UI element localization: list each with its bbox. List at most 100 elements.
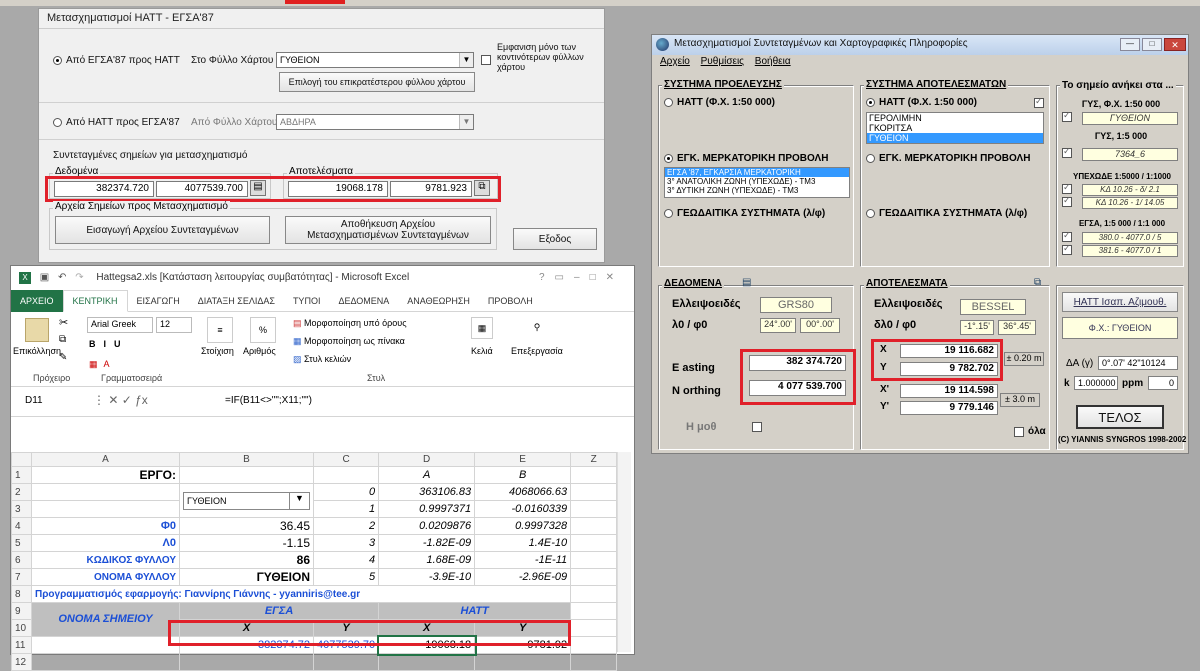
format-table-button[interactable]: ▦ Μορφοποίηση ως πίνακα [293,336,405,347]
tab-page-layout[interactable]: ΔΙΑΤΑΞΗ ΣΕΛΙΔΑΣ [189,296,284,306]
list-item[interactable]: 3° ΑΝΑΤΟΛΙΚΗ ΖΩΝΗ (ΥΠΕΧΩΔΕ) - ΤΜ3 [665,177,849,186]
cell[interactable] [570,585,618,603]
percent-icon[interactable]: % [250,317,276,343]
cell-styles-button[interactable]: ▨ Στυλ κελιών [293,354,351,365]
radio-egsa-to-hatt[interactable]: Από ΕΓΣΑ'87 προς ΗΑΤΤ [53,55,180,66]
col-header[interactable]: B [179,452,314,467]
cell[interactable]: Λ0 [31,534,180,552]
tab-formulas[interactable]: ΤΥΠΟΙ [284,296,330,306]
chevron-down-icon[interactable]: ▼ [289,492,309,509]
paste-icon[interactable] [25,318,49,342]
copy-icon[interactable]: ⧉ [59,334,66,345]
editing-button[interactable]: Επεξεργασία [511,346,563,356]
cell[interactable]: 0 [312,483,380,501]
cell[interactable] [570,653,618,671]
cell[interactable]: ΗΑΤΤ [378,602,572,620]
cell[interactable] [570,534,618,552]
chevron-down-icon[interactable]: ▼ [459,115,473,129]
fx-icon[interactable]: ⋮ ✕ ✓ ƒx [93,393,148,407]
cell[interactable] [31,483,180,501]
col-header[interactable]: Z [570,452,618,467]
formula-input[interactable]: =IF(B11<>"";X11;"") [225,395,312,406]
sheet-dropdown[interactable]: ΓΥΘΕΙΟΝ ▼ [183,491,310,510]
save-icon[interactable]: ▣ [40,272,49,283]
nearest-checkbox[interactable] [481,54,491,66]
list-item[interactable]: ΕΓΣΑ '87, ΕΓΚΑΡΣΙΑ ΜΕΡΚΑΤΟΡΙΚΗ [665,168,849,177]
cell[interactable]: 0.9997328 [474,517,572,535]
undo-icon[interactable]: ↶ [58,272,66,283]
bold-italic-underline-icons[interactable]: BIU [89,339,129,349]
menu-settings[interactable]: Ρυθμίσεις [701,56,744,67]
cell[interactable]: -3.9E-10 [378,568,476,586]
cells-button[interactable]: Κελιά [471,346,493,356]
cell[interactable]: ΓΥΘΕΙΟΝ [179,568,314,586]
cell[interactable] [570,517,618,535]
list-item[interactable]: ΓΚΟΡΙΤΣΑ [867,123,1043,133]
menu-help[interactable]: Βοήθεια [755,56,791,67]
ypexode-checkbox-1[interactable] [1062,182,1072,195]
cell[interactable]: ΟΝΟΜΑ ΣΗΜΕΙΟΥ [31,602,180,637]
menu-file[interactable]: Αρχείο [660,56,690,67]
source-projection-list[interactable]: ΕΓΣΑ '87, ΕΓΚΑΡΣΙΑ ΜΕΡΚΑΤΟΡΙΚΗ 3° ΑΝΑΤΟΛ… [664,167,850,198]
name-box[interactable]: D11 [25,395,43,406]
tab-file[interactable]: ΑΡΧΕΙΟ [11,289,63,312]
cell[interactable]: A [378,466,476,484]
align-icon[interactable]: ≡ [207,317,233,343]
cell[interactable]: 4068066.63 [474,483,572,501]
cell[interactable]: ΟΝΟΜΑ ΦΥΛΛΟΥ [31,568,180,586]
radio-hatt-to-egsa[interactable]: Από ΗΑΤΤ προς ΕΓΣΑ'87 [53,117,180,128]
cell[interactable]: ΕΡΓΟ: [31,466,180,484]
source-radio-geodetic[interactable]: ΓΕΩΔΑΙΤΙΚΑ ΣΥΣΤΗΜΑΤΑ (λ/φ) [664,208,825,219]
binoculars-icon[interactable]: ⚲ [526,317,548,339]
end-button[interactable]: ΤΕΛΟΣ [1076,405,1164,429]
cell[interactable]: -1.15 [179,534,314,552]
close-icon[interactable]: ✕ [1164,38,1186,51]
cell[interactable] [570,500,618,518]
egsa-checkbox-1[interactable] [1062,230,1072,243]
lambda-value[interactable]: 24°.00' [760,318,796,333]
source-radio-mercator[interactable]: ΕΓΚ. ΜΕΡΚΑΤΟΡΙΚΗ ΠΡΟΒΟΛΗ [664,153,828,164]
col-header[interactable]: E [474,452,572,467]
tab-insert[interactable]: ΕΙΣΑΓΩΓΗ [128,296,189,306]
minimize-icon[interactable]: — [1120,38,1140,51]
result-radio-hatt[interactable]: ΗΑΤΤ (Φ.Χ. 1:50 000) [866,97,977,108]
cell[interactable] [179,466,314,484]
cell[interactable]: -1.82E-09 [378,534,476,552]
cell[interactable] [570,619,618,637]
cell[interactable] [31,636,180,654]
cells-icon[interactable]: ▦ [471,317,493,339]
tab-data[interactable]: ΔΕΔΟΜΕΝΑ [329,296,398,306]
cell[interactable]: Φ0 [31,517,180,535]
cell[interactable] [378,653,476,671]
col-header[interactable]: D [378,452,476,467]
dlambda-value[interactable]: -1°.15' [960,320,994,335]
cell[interactable]: 363106.83 [378,483,476,501]
paste-button[interactable]: Επικόλληση [13,346,61,356]
phi-value[interactable]: 00°.00' [800,318,840,333]
sheet-combo-2[interactable]: ΑΒΔΗΡΑ ▼ [276,114,474,130]
result-ellipsoid-value[interactable]: BESSEL [960,299,1026,315]
sheet-combo[interactable]: ΓΥΘΕΙΟΝ ▼ [276,52,474,68]
result-radio-geodetic[interactable]: ΓΕΩΔΑΙΤΙΚΑ ΣΥΣΤΗΜΑΤΑ (λ/φ) [866,208,1027,219]
window-controls-icon[interactable]: ?▭–□✕ [539,272,624,283]
import-file-button[interactable]: Εισαγωγή Αρχείου Συντεταγμένων [55,216,270,244]
font-name-select[interactable]: Arial Greek [87,317,153,333]
list-item[interactable]: 3° ΔΥΤΙΚΗ ΖΩΝΗ (ΥΠΕΧΩΔΕ) - ΤΜ3 [665,186,849,195]
copy-icon[interactable]: ⧉ [1034,277,1041,288]
cell[interactable] [31,653,180,671]
cell[interactable] [179,653,314,671]
cell[interactable]: ΚΩΔΙΚΟΣ ΦΥΛΛΟΥ [31,551,180,569]
tab-home[interactable]: ΚΕΝΤΡΙΚΗ [62,289,128,312]
cell[interactable]: ΕΓΣΑ [178,602,380,620]
cell[interactable]: 4 [312,551,380,569]
cell[interactable] [570,483,618,501]
cell[interactable]: 1 [312,500,380,518]
redo-icon[interactable]: ↷ [75,272,83,283]
egsa-checkbox-2[interactable] [1062,243,1072,256]
gys5-checkbox[interactable] [1062,146,1072,159]
format-painter-icon[interactable]: ✎ [59,352,67,363]
ypexode-checkbox-2[interactable] [1062,195,1072,208]
height-checkbox[interactable] [752,421,762,433]
cell[interactable] [570,568,618,586]
gys50-checkbox[interactable] [1062,110,1072,123]
